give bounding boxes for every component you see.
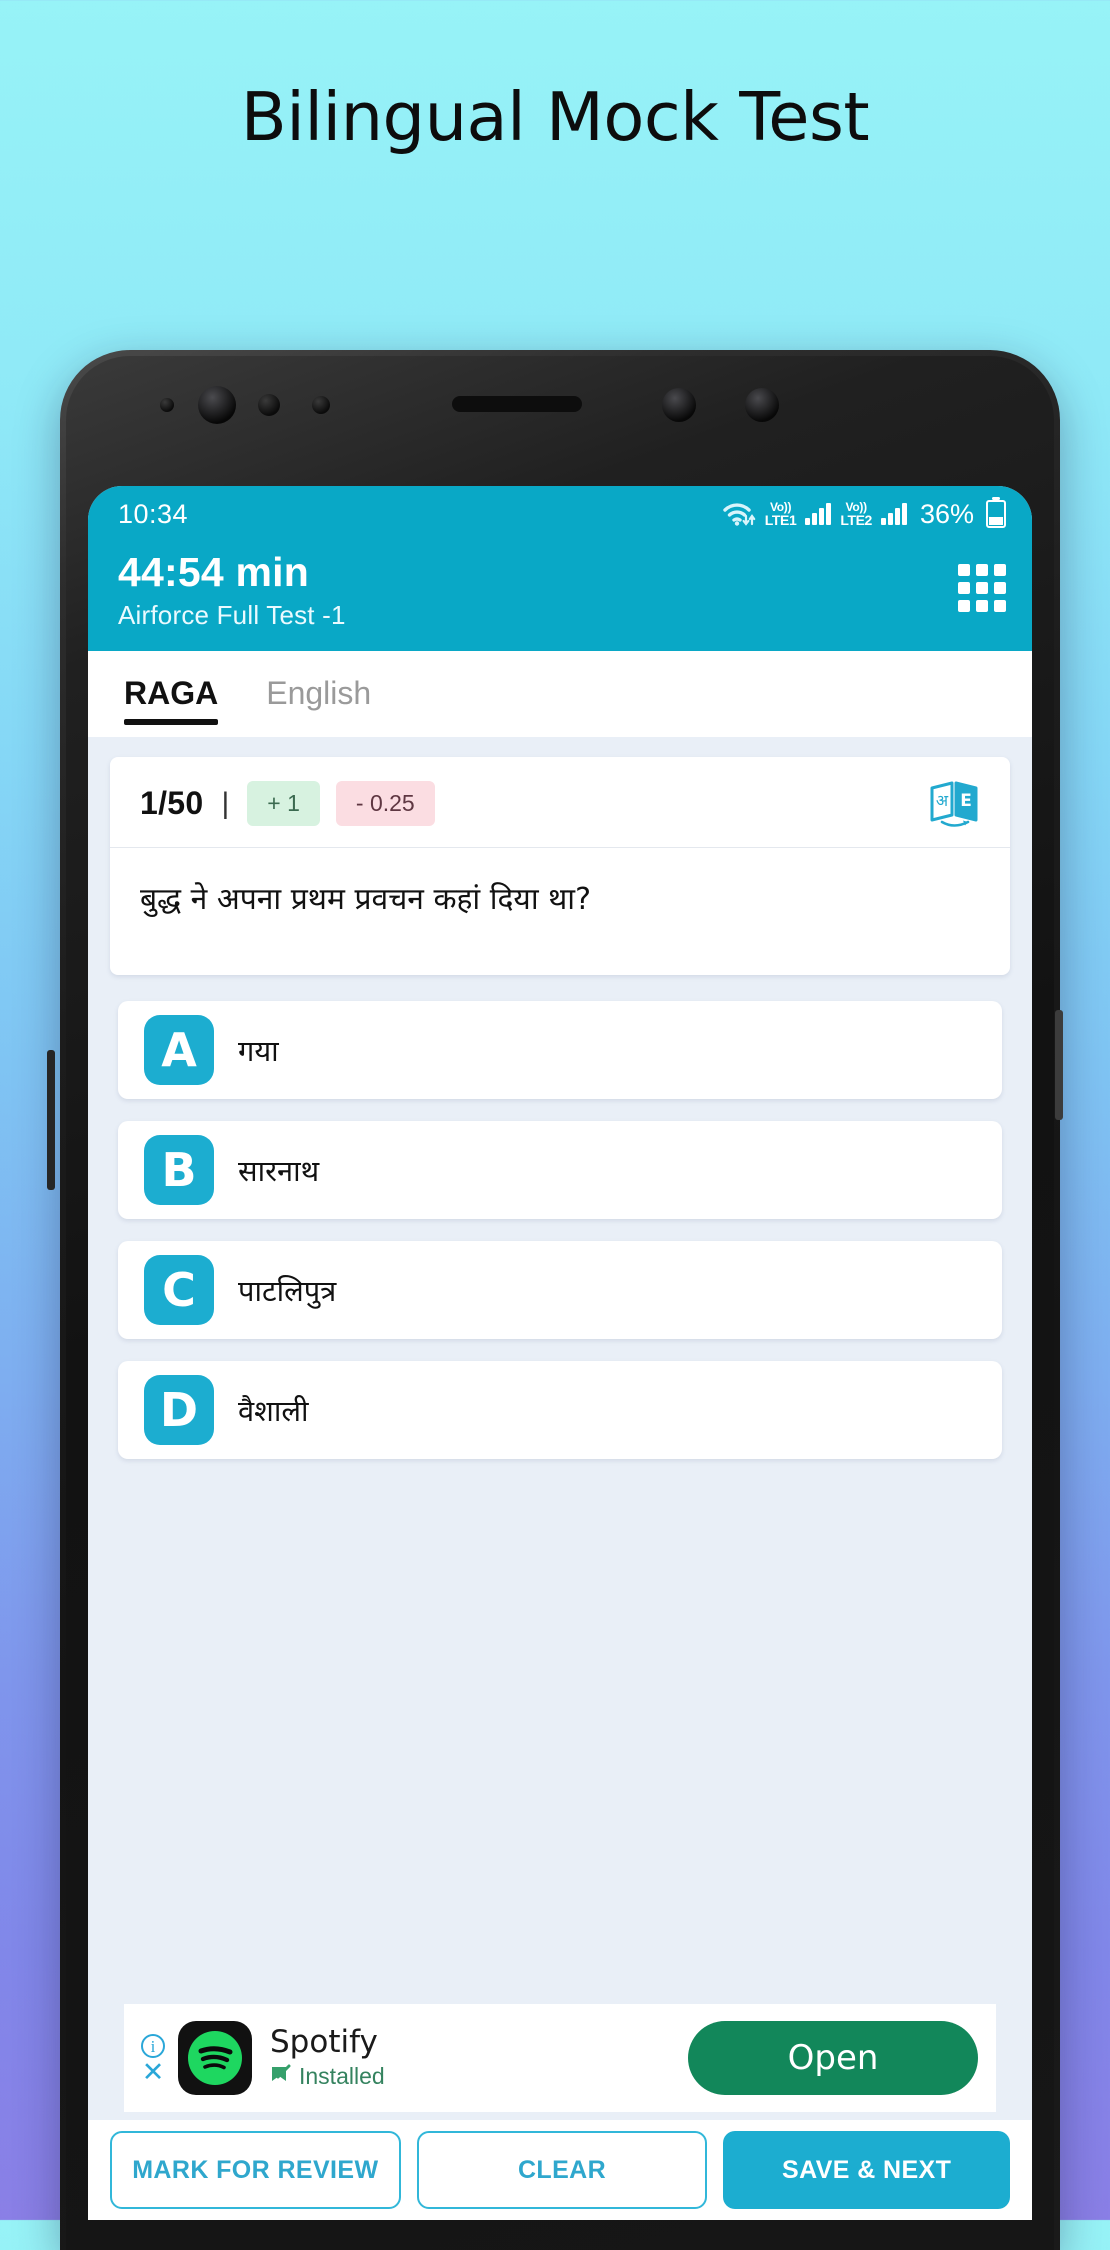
option-b[interactable]: B सारनाथ <box>118 1121 1002 1220</box>
sim2-signal-icon <box>880 503 907 525</box>
ad-info-icon[interactable]: i <box>141 2034 165 2058</box>
save-and-next-button[interactable]: SAVE & NEXT <box>723 2131 1011 2209</box>
tab-english[interactable]: English <box>266 651 371 737</box>
ad-banner[interactable]: i ✕ Spotify Installed Open <box>124 2004 996 2112</box>
language-tabs: RAGA English <box>88 650 1032 737</box>
grid-menu-icon[interactable] <box>958 564 1006 612</box>
tab-raga[interactable]: RAGA <box>124 651 219 737</box>
battery-icon <box>986 497 1006 528</box>
status-time: 10:34 <box>118 498 189 529</box>
option-a[interactable]: A गया <box>118 1001 1002 1100</box>
ad-app-name: Spotify <box>270 2024 378 2061</box>
options-list: A गया B सारनाथ C पाटलिपुत्र D वैशाली <box>88 1001 1032 1460</box>
status-indicators: Vo)) LTE1 Vo)) LTE2 36% <box>722 497 1006 530</box>
ad-open-button[interactable]: Open <box>688 2021 978 2095</box>
ad-close-icon[interactable]: ✕ <box>142 2059 165 2086</box>
page-title: Bilingual Mock Test <box>240 78 870 156</box>
status-bar: 10:34 Vo)) LTE1 Vo)) LTE2 36% <box>88 486 1032 542</box>
countdown-timer: 44:54 min <box>118 549 309 595</box>
clear-button[interactable]: CLEAR <box>416 2131 708 2209</box>
camera-lens-icon <box>662 388 696 422</box>
mark-for-review-button[interactable]: MARK FOR REVIEW <box>110 2131 401 2209</box>
question-card: 1/50 | + 1 - 0.25 अ E बुद्ध ने अपना प्रथ… <box>110 756 1010 976</box>
camera-lens-icon <box>745 388 779 422</box>
translate-icon[interactable]: अ E <box>928 779 980 829</box>
volume-button[interactable] <box>47 1050 55 1190</box>
sim2-lte-label: LTE2 <box>840 512 872 528</box>
question-counter: 1/50 <box>140 785 204 822</box>
app-bar-text-group: 44:54 min Airforce Full Test -1 <box>118 549 346 631</box>
option-label: गया <box>238 1033 279 1068</box>
header-separator: | <box>221 786 230 820</box>
option-letter-badge: B <box>144 1135 214 1206</box>
sensor-dot-icon <box>160 398 174 412</box>
wifi-icon <box>722 501 756 527</box>
option-label: पाटलिपुत्र <box>238 1273 337 1308</box>
app-bar: 44:54 min Airforce Full Test -1 <box>88 542 1032 651</box>
option-label: सारनाथ <box>238 1153 320 1188</box>
option-c[interactable]: C पाटलिपुत्र <box>118 1241 1002 1340</box>
action-bar: MARK FOR REVIEW CLEAR SAVE & NEXT <box>88 2120 1032 2220</box>
sim1-lte-label: LTE1 <box>764 512 797 528</box>
sim1-signal-icon <box>805 503 832 525</box>
sim1-volte-icon: Vo)) LTE1 <box>765 501 797 527</box>
option-label: वैशाली <box>238 1393 309 1428</box>
test-name: Airforce Full Test -1 <box>118 599 346 630</box>
installed-check-icon <box>270 2063 292 2090</box>
option-d[interactable]: D वैशाली <box>118 1361 1002 1460</box>
phone-screen: 10:34 Vo)) LTE1 Vo)) LTE2 36% 44:54 min … <box>88 486 1032 2220</box>
ad-text-group: Spotify Installed <box>270 2024 385 2090</box>
option-letter-badge: D <box>144 1375 214 1446</box>
spotify-logo-icon <box>178 2021 252 2095</box>
front-camera-icon <box>198 386 236 424</box>
option-letter-badge: A <box>144 1015 214 1086</box>
positive-marks-badge: + 1 <box>247 781 320 827</box>
sensor-dot-icon <box>312 396 330 414</box>
option-letter-badge: C <box>144 1255 214 1326</box>
svg-text:अ: अ <box>936 791 949 810</box>
sim2-volte-icon: Vo)) LTE2 <box>840 501 872 527</box>
power-button[interactable] <box>1055 1010 1063 1120</box>
sensor-dot-icon <box>258 394 280 416</box>
battery-percent: 36% <box>919 498 974 529</box>
earpiece-speaker <box>452 396 582 412</box>
question-header: 1/50 | + 1 - 0.25 अ E <box>110 757 1010 848</box>
ad-status-row: Installed <box>270 2063 385 2090</box>
ad-controls: i ✕ <box>136 2034 170 2086</box>
svg-text:E: E <box>960 791 972 811</box>
question-text: बुद्ध ने अपना प्रथम प्रवचन कहां दिया था? <box>140 881 591 917</box>
ad-install-status: Installed <box>299 2062 385 2089</box>
negative-marks-badge: - 0.25 <box>335 781 435 827</box>
